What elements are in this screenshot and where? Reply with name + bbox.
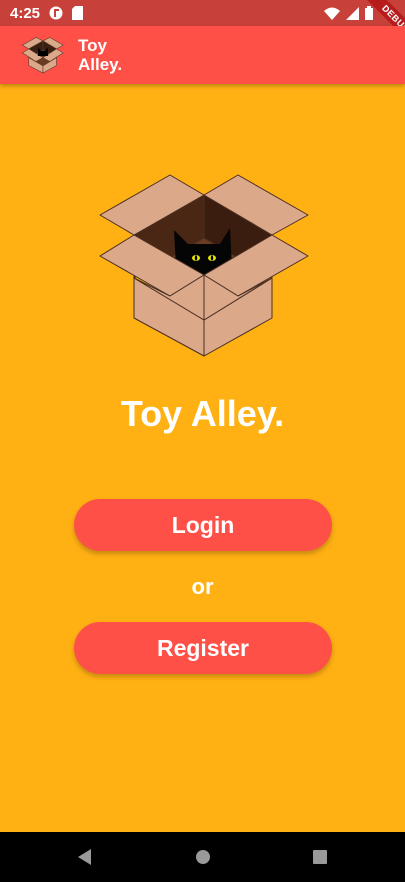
or-separator-text: or xyxy=(191,574,214,599)
page-title: Toy Alley. xyxy=(120,393,285,434)
app-bar-title-line-1: Toy xyxy=(78,36,107,55)
register-button[interactable]: Register xyxy=(74,622,332,674)
wifi-icon xyxy=(324,7,340,20)
app-bar-title: Toy Alley. xyxy=(78,36,158,74)
app-bar: Toy Alley. xyxy=(0,26,405,84)
app-bar-title-line-2: Alley. xyxy=(78,55,123,74)
cardboard-box-cat-icon xyxy=(22,37,64,74)
status-time: 4:25 xyxy=(10,4,41,22)
cardboard-box-cat-icon xyxy=(99,174,309,357)
recents-square-icon[interactable] xyxy=(309,846,331,868)
status-left: 4:25 xyxy=(10,4,84,22)
login-button[interactable]: Login xyxy=(74,499,332,551)
system-nav-bar xyxy=(0,832,405,882)
home-circle-icon[interactable] xyxy=(192,846,214,868)
app-notification-icon xyxy=(49,6,63,20)
back-triangle-icon[interactable] xyxy=(74,846,96,868)
sd-card-icon xyxy=(72,6,84,20)
